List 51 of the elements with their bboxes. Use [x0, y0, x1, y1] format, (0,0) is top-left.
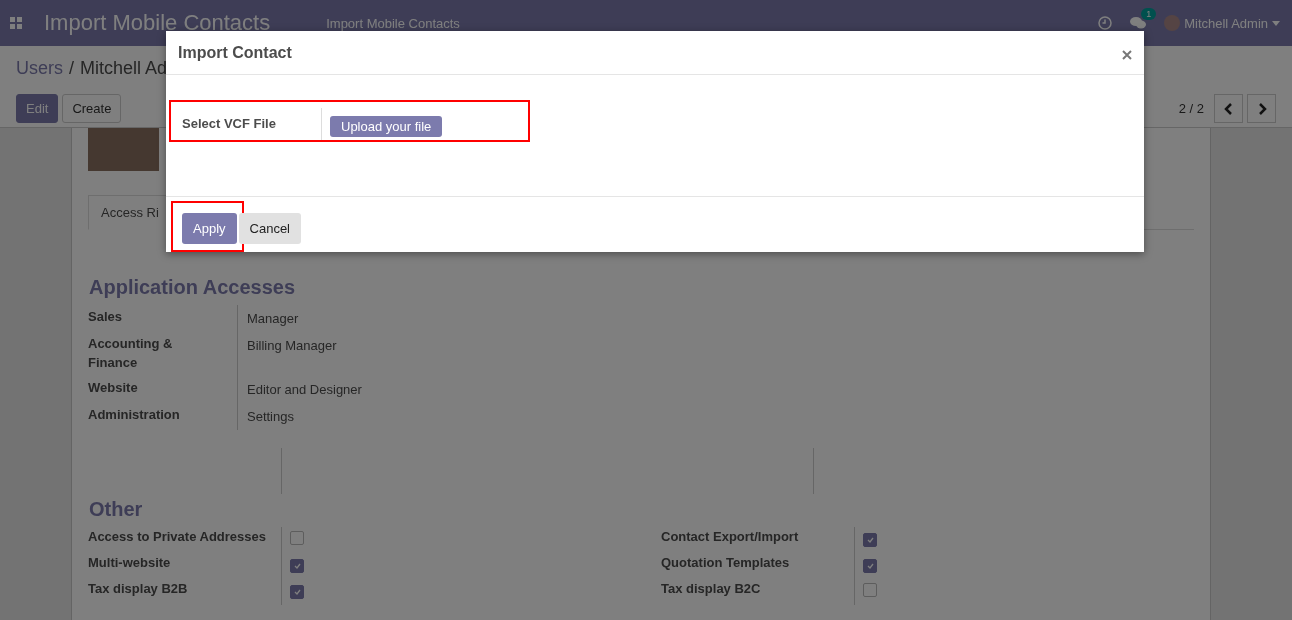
checkbox[interactable]: [290, 559, 304, 573]
field-value: Settings: [246, 408, 295, 426]
field-label: Accounting & Finance: [88, 332, 238, 376]
checkbox[interactable]: [863, 533, 877, 547]
close-icon: [1122, 49, 1132, 60]
pager-counter: 2 / 2: [1178, 101, 1204, 116]
checkbox[interactable]: [290, 585, 304, 599]
check-icon: [293, 563, 301, 569]
check-icon: [866, 563, 874, 569]
field-label: Website: [88, 376, 238, 403]
menu-item[interactable]: Import Mobile Contacts: [326, 15, 460, 31]
field-label: Access to Private Addresses: [88, 527, 282, 553]
section-heading: Other: [89, 498, 144, 521]
notification-badge: 1: [1141, 8, 1157, 20]
check-icon: [293, 589, 301, 595]
field-label: Quotation Templates: [661, 553, 855, 579]
chevron-left-icon: [1223, 102, 1234, 115]
breadcrumb-item[interactable]: Users: [16, 58, 63, 80]
field-value: Billing Manager: [246, 337, 338, 355]
field-label: Sales: [88, 305, 238, 332]
breadcrumb-separator: /: [69, 58, 75, 80]
checkbox[interactable]: [290, 531, 304, 545]
caret-icon: [1272, 20, 1280, 26]
dialog-title: Import Contact: [178, 43, 292, 62]
dialog-button[interactable]: Apply: [182, 213, 237, 244]
breadcrumb-item: Mitchell Ad: [80, 58, 168, 80]
checkbox[interactable]: [863, 559, 877, 573]
action-button[interactable]: Create: [62, 94, 122, 123]
apps-grid-icon[interactable]: [10, 17, 22, 29]
previous-button[interactable]: [1214, 94, 1243, 123]
chat-bubbles-icon[interactable]: [1130, 16, 1147, 30]
next-button[interactable]: [1247, 94, 1276, 123]
field-label: Tax display B2C: [661, 579, 855, 605]
user-menu[interactable]: Mitchell Admin: [1164, 15, 1280, 31]
field-label: Contact Export/Import: [661, 527, 855, 553]
section-heading: Application Accesses: [89, 276, 296, 299]
checkbox[interactable]: [863, 583, 877, 597]
photo-placeholder: [88, 128, 159, 171]
field-value: Manager: [246, 310, 300, 328]
check-icon: [866, 537, 874, 543]
dialog-button[interactable]: Cancel: [238, 213, 301, 244]
upload-button[interactable]: Upload your file: [330, 116, 443, 138]
chevron-right-icon: [1256, 102, 1267, 115]
field-label: Multi-website: [88, 553, 282, 579]
app-brand: Import Mobile Contacts: [44, 10, 271, 36]
field-label: Tax display B2B: [88, 579, 282, 605]
field-label: Administration: [88, 403, 238, 430]
action-button[interactable]: Edit: [16, 94, 59, 123]
field-value: Editor and Designer: [246, 381, 363, 399]
clock-icon[interactable]: [1098, 16, 1113, 30]
field-label: Select VCF File: [171, 108, 322, 141]
